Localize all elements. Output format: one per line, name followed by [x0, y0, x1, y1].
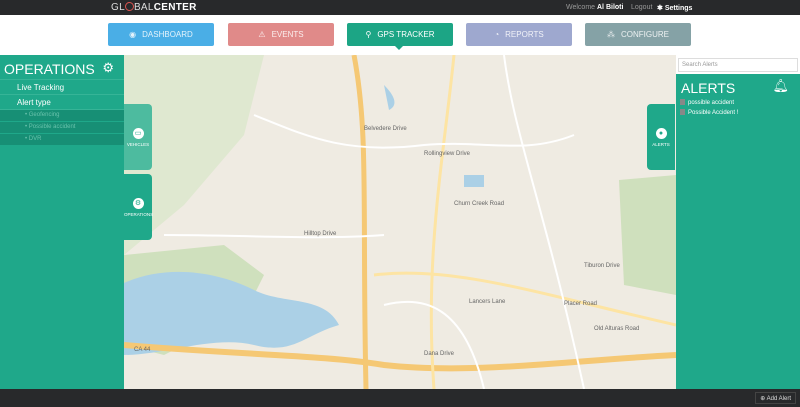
alerts-panel: ALERTS 🔔︎ possible accident Possible Acc…	[676, 74, 800, 389]
lock-icon	[680, 109, 685, 115]
highway-ca44	[124, 342, 676, 372]
sidebar-title: OPERATIONS ⚙	[0, 55, 124, 80]
tab-label: OPERATIONS	[124, 212, 154, 217]
logo-text: GL	[111, 2, 125, 13]
alert-item[interactable]: Possible Accident !	[676, 106, 800, 116]
sidebar-item-alert-type[interactable]: Alert type	[0, 95, 124, 110]
search-alerts-input[interactable]: Search Alerts	[678, 58, 798, 72]
tab-operations[interactable]: ⚙ OPERATIONS	[124, 174, 154, 240]
nav-events[interactable]: ⚠ EVENTS	[228, 23, 334, 46]
settings-label: Settings	[664, 5, 693, 12]
map-street-label: Rollingview Drive	[424, 151, 471, 157]
logo-o-icon	[124, 2, 134, 11]
nav-reports[interactable]: ◔ REPORTS	[466, 23, 572, 46]
tab-label: ALERTS	[652, 142, 670, 147]
sitemap-icon: ⁂	[607, 30, 615, 39]
nav-configure[interactable]: ⁂ CONFIGURE	[585, 23, 691, 46]
dashboard-icon: ◉	[129, 30, 137, 39]
map-street-label: Churn Creek Road	[454, 201, 504, 207]
nav-label: DASHBOARD	[142, 30, 193, 39]
lock-icon	[680, 99, 685, 105]
map-street-label: Hilltop Drive	[304, 231, 337, 237]
road	[253, 114, 575, 149]
park-area	[619, 175, 676, 295]
nav-label: REPORTS	[505, 30, 544, 39]
pond	[464, 175, 484, 187]
map-street-label: Belvedere Drive	[364, 126, 407, 132]
alert-label: possible accident	[688, 100, 735, 106]
plus-circle-icon: ⊕	[760, 396, 766, 402]
add-alert-button[interactable]: ⊕ Add Alert	[755, 392, 796, 404]
nav-label: EVENTS	[271, 30, 304, 39]
user-name: Al Biloti	[597, 4, 624, 11]
settings-link[interactable]: ✱ Settings	[657, 4, 692, 12]
logout-link[interactable]: Logout	[631, 4, 652, 11]
logo-text: BAL	[133, 2, 154, 13]
tab-label: VEHICLES	[126, 142, 150, 147]
map[interactable]: Belvedere Drive Rollingview Drive Hilltop …	[124, 55, 676, 389]
sidebar-subitem-dvr[interactable]: • DVR	[0, 134, 124, 146]
nav-gps-tracker[interactable]: ⚲ GPS TRACKER	[347, 23, 453, 50]
map-pin-icon: ⚲	[365, 30, 372, 39]
logo-text: CENTER	[153, 2, 197, 13]
gears-icon: ⚙	[132, 198, 144, 209]
alert-label: Possible Accident !	[688, 110, 739, 116]
logo[interactable]: GL BALCENTER	[111, 2, 197, 13]
tab-vehicles[interactable]: ▭ VEHICLES	[124, 104, 152, 170]
river	[124, 271, 339, 355]
warning-icon: ⚠	[258, 30, 266, 39]
map-street-label: Lancers Lane	[469, 299, 506, 305]
pond	[384, 85, 395, 110]
top-bar: GL BALCENTER Welcome Al Biloti Logout ✱ S…	[0, 0, 800, 15]
map-street-label: Old Alturas Road	[594, 326, 639, 332]
pie-chart-icon: ◔	[494, 30, 500, 39]
add-alert-label: Add Alert	[766, 396, 791, 402]
map-street-label: Placer Road	[564, 301, 597, 307]
sidebar-subitem-possible-accident[interactable]: • Possible accident	[0, 122, 124, 134]
bell-icon: 🔔︎	[772, 78, 789, 93]
operations-sidebar: OPERATIONS ⚙ Live Tracking Alert type • G…	[0, 55, 124, 389]
road	[429, 55, 456, 389]
nav-label: GPS TRACKER	[377, 30, 435, 39]
sidebar-item-live-tracking[interactable]: Live Tracking	[0, 80, 124, 95]
footer-bar: ⊕ Add Alert	[0, 389, 800, 407]
alert-item[interactable]: possible accident	[676, 96, 800, 106]
wrench-icon: ✱	[657, 5, 663, 12]
road	[163, 234, 385, 239]
map-street-label: CA 44	[134, 347, 151, 353]
gears-icon[interactable]: ⚙	[102, 60, 114, 76]
nav-dashboard[interactable]: ◉ DASHBOARD	[108, 23, 214, 46]
alerts-sidebar: Search Alerts ALERTS 🔔︎ possible acciden…	[676, 55, 800, 389]
highway-i5	[351, 55, 369, 389]
road	[503, 55, 585, 389]
map-canvas[interactable]: Belvedere Drive Rollingview Drive Hilltop …	[124, 55, 676, 389]
sidebar-title-text: OPERATIONS	[4, 61, 95, 77]
tab-alerts[interactable]: ● ALERTS	[647, 104, 675, 170]
welcome-text: Welcome Al Biloti	[566, 4, 623, 11]
sidebar-subitem-geofencing[interactable]: • Geofencing	[0, 110, 124, 122]
nav-label: CONFIGURE	[621, 30, 669, 39]
map-street-label: Dana Drive	[424, 351, 455, 357]
alert-icon: ●	[655, 128, 667, 139]
car-icon: ▭	[132, 128, 144, 139]
map-street-label: Tiburon Drive	[584, 263, 620, 269]
welcome-label: Welcome	[566, 4, 596, 11]
